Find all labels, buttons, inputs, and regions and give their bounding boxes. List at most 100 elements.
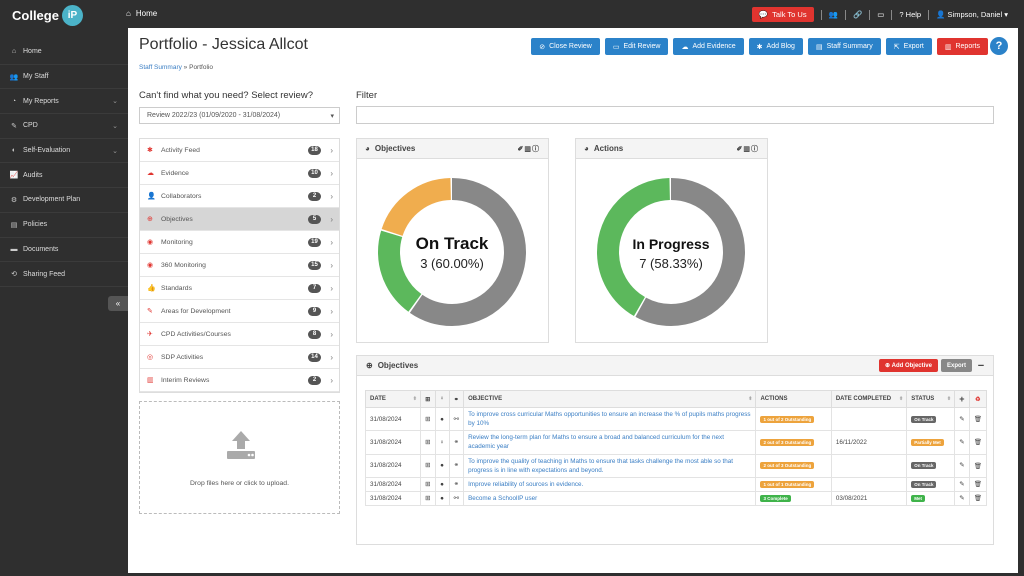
menu-item-activity-feed[interactable]: ✱ Activity Feed 18 › — [140, 139, 339, 162]
col-actions: ACTIONS — [755, 390, 832, 408]
link-icon[interactable]: ⚭ — [448, 476, 465, 492]
person-icon[interactable]: ● — [434, 490, 450, 507]
objectives-donut: On Track 3 (60.00%) — [378, 178, 526, 326]
trash-icon[interactable]: 🗑 — [968, 490, 988, 507]
edit-icon[interactable]: ✎ — [954, 490, 970, 507]
tree-icon[interactable]: ⊞ — [420, 476, 436, 492]
sidebar-collapse-button[interactable]: « — [108, 296, 128, 311]
col-recycle[interactable]: ♻ — [968, 390, 988, 408]
link-icon[interactable]: ⚭ — [448, 453, 465, 478]
chevron-right-icon: › — [330, 306, 333, 316]
talk-to-us-button[interactable]: 💬 Talk To Us — [751, 7, 814, 22]
sidebar-item-development-plan[interactable]: ⚙ Development Plan — [0, 188, 128, 213]
actions-badge: 2 out of 3 Outstanding — [760, 462, 815, 470]
menu-item-360-monitoring[interactable]: ◉ 360 Monitoring 15 › — [140, 254, 339, 277]
collapse-icon[interactable]: − — [975, 360, 987, 372]
tree-icon[interactable]: ⊞ — [420, 490, 436, 507]
link-icon[interactable]: ⚯ — [448, 490, 465, 507]
sort-icon: ⬍ — [748, 396, 753, 402]
sidebar-item-my-reports[interactable]: ◔ My Reports ⌄ — [0, 89, 128, 115]
person-icon[interactable]: ● — [434, 453, 450, 478]
trash-icon[interactable]: 🗑 — [968, 430, 988, 455]
edit-icon[interactable]: ✎ — [954, 476, 970, 492]
objective-link[interactable]: To improve cross curricular Maths opport… — [463, 406, 757, 432]
chat-icon: 💬 — [758, 10, 769, 19]
brand-ip-badge: iP — [61, 4, 83, 26]
trash-icon[interactable]: 🗑 — [968, 476, 988, 492]
add-evidence-button[interactable]: ☁ Add Evidence — [673, 38, 744, 55]
menu-item-icon: 👤 — [147, 193, 156, 200]
trash-icon[interactable]: 🗑 — [968, 453, 988, 478]
menu-item-label: 360 Monitoring — [161, 261, 206, 269]
close-review-label: Close Review — [549, 43, 592, 50]
users-icon[interactable]: 👥 — [829, 10, 838, 19]
close-review-button[interactable]: ⊘ Close Review — [531, 38, 600, 55]
tree-icon[interactable]: ⊞ — [420, 430, 436, 455]
objective-link[interactable]: Review the long-term plan for Maths to e… — [463, 430, 757, 455]
sidebar-item-sharing-feed[interactable]: ⟲ Sharing Feed — [0, 262, 128, 287]
edit-review-button[interactable]: ▭ Edit Review — [604, 38, 669, 55]
filter-input[interactable] — [356, 106, 994, 124]
menu-item-collaborators[interactable]: 👤 Collaborators 2 › — [140, 185, 339, 208]
tree-icon[interactable]: ⊞ — [420, 453, 436, 478]
col-status[interactable]: STATUS ⬍ — [906, 390, 956, 408]
sidebar-item-my-staff[interactable]: 👥 My Staff — [0, 65, 128, 90]
sidebar-item-home[interactable]: ⌂ Home — [0, 40, 128, 65]
menu-item-cpd-activities-courses[interactable]: ✈ CPD Activities/Courses 8 › — [140, 323, 339, 346]
menu-item-evidence[interactable]: ☁ Evidence 10 › — [140, 162, 339, 185]
sidebar-item-policies[interactable]: ▤ Policies — [0, 213, 128, 238]
inbox-icon[interactable]: ▭ — [877, 10, 884, 19]
objective-link[interactable]: Improve reliability of sources in eviden… — [463, 476, 757, 492]
person-icon[interactable]: ● — [434, 476, 450, 492]
link-icon[interactable]: ⚭ — [448, 430, 465, 455]
col-objective[interactable]: OBJECTIVE ⬍ — [463, 390, 757, 408]
menu-item-label: Collaborators — [161, 192, 202, 200]
bulb-icon[interactable]: ♀ — [434, 430, 450, 455]
link-icon[interactable]: ⚯ — [448, 406, 465, 432]
edit-icon[interactable]: ✎ — [954, 406, 970, 432]
sidebar-item-audits[interactable]: 📈 Audits — [0, 163, 128, 189]
edit-icon[interactable]: ✎ — [954, 453, 970, 478]
objective-link[interactable]: To improve the quality of teaching in Ma… — [463, 453, 757, 478]
chart-tools[interactable]: ✐▥ⓘ — [518, 144, 540, 154]
col-date[interactable]: DATE ⬍ — [365, 390, 421, 408]
user-menu[interactable]: 👤 Simpson, Daniel ▾ — [936, 10, 1008, 19]
tree-icon[interactable]: ⊞ — [420, 406, 436, 432]
menu-item-monitoring[interactable]: ◉ Monitoring 19 › — [140, 231, 339, 254]
col-add[interactable]: + — [954, 390, 970, 408]
menu-item-interim-reviews[interactable]: ▥ Interim Reviews 2 › — [140, 369, 339, 392]
chart-tools[interactable]: ✐▥ⓘ — [737, 144, 759, 154]
sidebar-item-cpd[interactable]: ✎ CPD ⌄ — [0, 114, 128, 139]
file-dropzone[interactable]: Drop files here or click to upload. — [139, 401, 340, 514]
export-button[interactable]: ⇱ Export — [885, 38, 932, 55]
sidebar-item-self-evaluation[interactable]: ◐ Self-Evaluation ⌄ — [0, 139, 128, 164]
add-objective-button[interactable]: ⊕ Add Objective — [878, 359, 938, 372]
help-link[interactable]: ? Help — [899, 10, 921, 19]
person-icon[interactable]: ● — [434, 406, 450, 432]
help-button[interactable]: ? — [990, 37, 1008, 55]
review-select[interactable]: Review 2022/23 (01/09/2020 - 31/08/2024)… — [139, 107, 340, 124]
brand-logo[interactable]: College iP — [12, 4, 83, 26]
menu-item-standards[interactable]: 👍 Standards 7 › — [140, 277, 339, 300]
export-objectives-button[interactable]: Export — [940, 359, 972, 372]
menu-item-areas-for-development[interactable]: ✎ Areas for Development 9 › — [140, 300, 339, 323]
breadcrumb-staff-summary[interactable]: Staff Summary — [139, 64, 182, 71]
top-home-link[interactable]: ⌂ Home — [126, 9, 157, 18]
add-blog-label: Add Blog — [766, 43, 795, 50]
add-blog-button[interactable]: ✱ Add Blog — [748, 38, 803, 55]
trash-icon[interactable]: 🗑 — [968, 406, 988, 432]
staff-summary-button[interactable]: ▤ Staff Summary — [807, 38, 881, 55]
objective-link[interactable]: Become a SchoolIP user — [463, 490, 757, 507]
count-badge: 2 — [308, 375, 321, 385]
status-badge: On Track — [911, 462, 937, 470]
edit-icon[interactable]: ✎ — [954, 430, 970, 455]
menu-item-label: Areas for Development — [161, 307, 231, 315]
row-status: On Track — [906, 476, 956, 492]
reports-button[interactable]: ▥ Reports — [936, 38, 988, 55]
link-icon[interactable]: 🔗 — [853, 10, 862, 19]
col-date-completed[interactable]: DATE COMPLETED ⬍ — [830, 390, 908, 408]
menu-item-objectives[interactable]: ⊕ Objectives 5 › — [140, 208, 339, 231]
menu-item-sdp-activities[interactable]: ◎ SDP Activities 14 › — [140, 346, 339, 369]
menu-item-icon: 👍 — [147, 285, 156, 292]
sidebar-item-documents[interactable]: ▬ Documents — [0, 238, 128, 263]
